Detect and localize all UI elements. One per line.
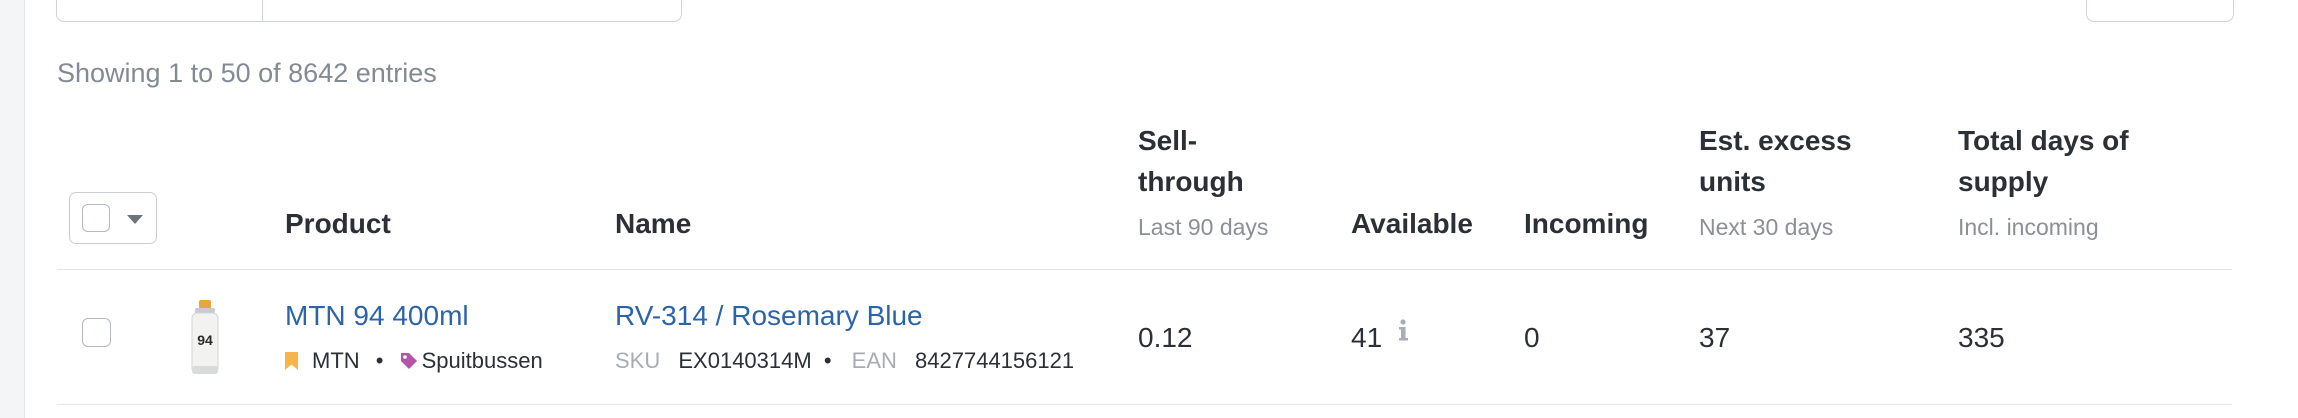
- filter-toolbar[interactable]: [56, 0, 682, 22]
- product-thumbnail[interactable]: 94: [188, 300, 222, 378]
- column-header-sell-through-line2[interactable]: through: [1138, 161, 1244, 203]
- toolbar-divider: [262, 0, 263, 21]
- brand-label[interactable]: MTN: [312, 348, 360, 373]
- row-divider: [57, 404, 2232, 405]
- column-header-excess-line2[interactable]: units: [1699, 161, 1766, 203]
- toolbar-action-button[interactable]: [2086, 0, 2234, 22]
- available-value: 41: [1351, 322, 1383, 353]
- can-label: 94: [197, 332, 213, 348]
- column-subtitle-sell-through: Last 90 days: [1138, 214, 1269, 240]
- tag-icon: [400, 353, 417, 369]
- supply-value: 335: [1958, 322, 2005, 353]
- info-icon[interactable]: [1396, 318, 1410, 344]
- product-link[interactable]: MTN 94 400ml: [285, 300, 469, 332]
- column-header-supply-line2[interactable]: supply: [1958, 161, 2048, 203]
- column-header-sell-through-line1[interactable]: Sell-: [1138, 120, 1197, 162]
- sku-label: SKU: [615, 348, 661, 373]
- ean-value: 8427744156121: [915, 348, 1075, 373]
- bulk-select-dropdown[interactable]: [69, 192, 157, 244]
- excess-value: 37: [1699, 322, 1731, 353]
- sku-value: EX0140314M: [678, 348, 812, 373]
- column-subtitle-excess: Next 30 days: [1699, 214, 1834, 240]
- category-label[interactable]: Spuitbussen: [422, 348, 543, 373]
- column-header-name[interactable]: Name: [615, 203, 691, 245]
- product-meta: MTN • Spuitbussen: [285, 348, 543, 374]
- column-subtitle-supply: Incl. incoming: [1958, 214, 2099, 240]
- column-header-incoming[interactable]: Incoming: [1524, 203, 1648, 245]
- variant-meta: SKU EX0140314M • EAN 8427744156121: [615, 348, 1075, 373]
- bookmark-icon: [285, 352, 298, 370]
- entries-summary: Showing 1 to 50 of 8642 entries: [57, 58, 437, 88]
- row-checkbox[interactable]: [82, 318, 111, 347]
- sell-through-value: 0.12: [1138, 322, 1193, 353]
- column-header-supply-line1[interactable]: Total days of: [1958, 120, 2129, 162]
- column-header-excess-line1[interactable]: Est. excess: [1699, 120, 1852, 162]
- chevron-down-icon[interactable]: [127, 215, 143, 224]
- column-header-product[interactable]: Product: [285, 203, 391, 245]
- header-divider: [57, 269, 2232, 270]
- incoming-value: 0: [1524, 322, 1540, 353]
- variant-name-link[interactable]: RV-314 / Rosemary Blue: [615, 300, 923, 332]
- select-all-checkbox[interactable]: [82, 204, 110, 232]
- ean-label: EAN: [851, 348, 897, 373]
- column-header-available[interactable]: Available: [1351, 203, 1473, 245]
